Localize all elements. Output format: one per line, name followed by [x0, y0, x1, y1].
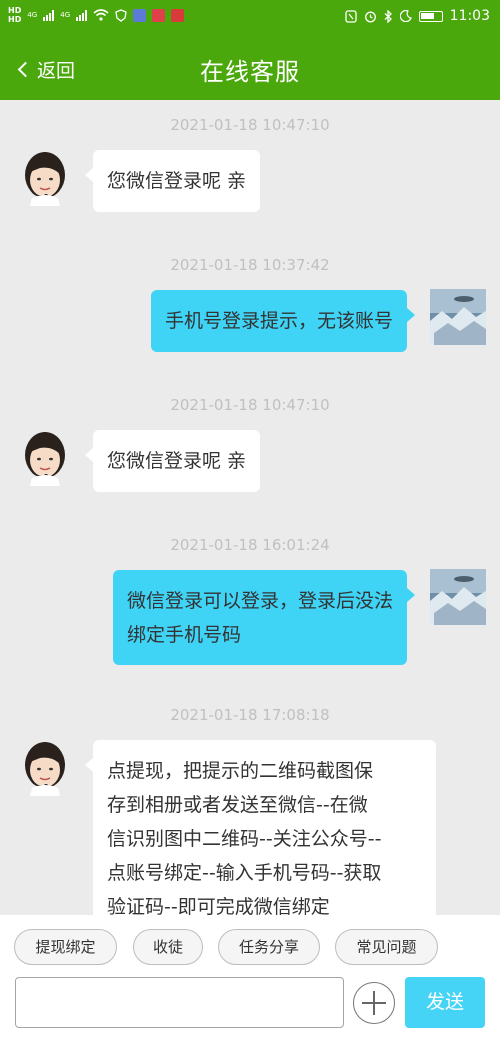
message-text-line: 点提现，把提示的二维码截图保 [107, 760, 374, 782]
message-input[interactable] [15, 977, 344, 1028]
network-type-2: 4G [60, 11, 71, 19]
page-header: 返回 在线客服 [0, 40, 500, 100]
chat-area[interactable]: 2021-01-18 10:47:10 您微信登录呢 亲 2021-01-18 … [0, 100, 500, 915]
quick-reply-chip[interactable]: 常见问题 [335, 929, 438, 965]
message-text: 您微信登录呢 亲 [107, 450, 247, 472]
send-button[interactable]: 发送 [405, 977, 485, 1028]
message-text-line: 绑定手机号码 [126, 624, 241, 646]
user-message-bubble: 微信登录可以登录，登录后没法 绑定手机号码 [112, 570, 416, 665]
message-text: 您微信登录呢 亲 [107, 170, 247, 192]
status-bar: HD HD 4G 4G 11:03 [0, 0, 500, 36]
network-type-1: 4G [27, 11, 38, 19]
battery-icon [418, 10, 443, 22]
wifi-icon [93, 9, 109, 21]
agent-avatar [25, 152, 65, 206]
quick-reply-chip[interactable]: 任务分享 [218, 929, 320, 965]
message-timestamp: 2021-01-18 16:01:24 [170, 536, 330, 554]
message-timestamp: 2021-01-18 10:37:42 [170, 256, 330, 274]
agent-avatar [25, 742, 65, 796]
user-avatar [430, 289, 486, 345]
page-title: 在线客服 [200, 58, 300, 86]
bluetooth-icon [384, 9, 392, 23]
signal-icon-2 [76, 9, 88, 21]
agent-message-bubble: 您微信登录呢 亲 [84, 430, 261, 492]
message-timestamp: 2021-01-18 10:47:10 [170, 116, 330, 134]
app-notification-icon-2 [171, 8, 185, 22]
nfc-icon [344, 9, 357, 23]
quick-reply-chip[interactable]: 提现绑定 [14, 929, 117, 965]
message-text-line: 存到相册或者发送至微信--在微 [107, 794, 368, 816]
agent-message-bubble: 您微信登录呢 亲 [84, 150, 261, 212]
message-text-line: 信识别图中二维码--关注公众号-- [107, 828, 382, 850]
signal-icon [43, 9, 55, 21]
message-text-line: 微信登录可以登录，登录后没法 [126, 590, 393, 612]
agent-avatar [25, 432, 65, 486]
message-text: 手机号登录提示，无该账号 [164, 310, 393, 332]
shield-icon [115, 8, 127, 22]
quick-reply-chip[interactable]: 收徒 [133, 929, 203, 965]
moon-icon [399, 10, 412, 22]
message-timestamp: 2021-01-18 17:08:18 [170, 706, 330, 724]
hd-indicator: HD HD [8, 6, 22, 24]
top-bar: HD HD 4G 4G 11:03 返回 在线客服 [0, 0, 500, 100]
app-notification-icon [133, 8, 147, 22]
message-text-line: 点账号绑定--输入手机号码--获取 [107, 862, 382, 884]
mail-notification-icon [152, 8, 166, 22]
clock: 11:03 [449, 8, 490, 24]
user-avatar [430, 569, 486, 625]
user-message-bubble: 手机号登录提示，无该账号 [150, 290, 416, 352]
plus-icon[interactable] [353, 982, 395, 1024]
composer-panel: 提现绑定 收徒 任务分享 常见问题 发送 [0, 915, 500, 1038]
message-timestamp: 2021-01-18 10:47:10 [170, 396, 330, 414]
message-text-line: 验证码--即可完成微信绑定 [107, 896, 330, 915]
alarm-icon [364, 11, 376, 22]
agent-message-bubble: 点提现，把提示的二维码截图保 存到相册或者发送至微信--在微 信识别图中二维码-… [85, 740, 436, 915]
